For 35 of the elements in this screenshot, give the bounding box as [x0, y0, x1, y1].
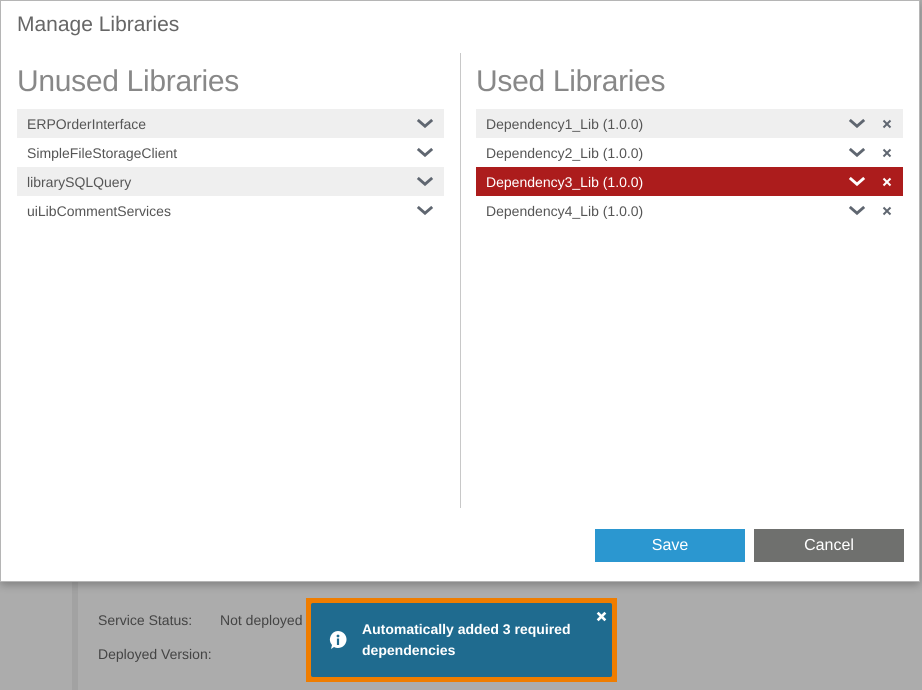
- remove-icon[interactable]: [882, 148, 892, 158]
- list-heading: Used Libraries: [476, 64, 666, 100]
- chevron-down-icon[interactable]: [848, 118, 866, 129]
- library-name: Dependency1_Lib (1.0.0): [486, 116, 644, 132]
- list-heading: Unused Libraries: [17, 64, 240, 100]
- close-icon[interactable]: [596, 611, 607, 622]
- library-name: Dependency3_Lib (1.0.0): [486, 174, 644, 190]
- library-name: Dependency2_Lib (1.0.0): [486, 144, 644, 160]
- chevron-down-icon[interactable]: [848, 147, 866, 158]
- chevron-down-icon[interactable]: [848, 205, 866, 216]
- chevron-down-icon[interactable]: [416, 147, 434, 158]
- field-label: Deployed Version:: [98, 646, 213, 664]
- library-row[interactable]: ERPOrderInterface: [17, 109, 444, 138]
- info-icon: [328, 630, 348, 650]
- library-name: SimpleFileStorageClient: [27, 144, 178, 160]
- library-name: Dependency4_Lib (1.0.0): [486, 202, 644, 218]
- library-name: ERPOrderInterface: [27, 116, 148, 132]
- chevron-down-icon[interactable]: [416, 176, 434, 187]
- chevron-down-icon[interactable]: [416, 205, 434, 216]
- toast-message: Automatically added 3 required dependencies: [362, 620, 572, 660]
- remove-icon[interactable]: [882, 118, 892, 128]
- library-row[interactable]: uiLibCommentServices: [17, 196, 444, 225]
- library-row[interactable]: Dependency1_Lib (1.0.0): [476, 109, 903, 138]
- field-value: Not deployed: [220, 612, 303, 630]
- library-row[interactable]: Dependency4_Lib (1.0.0): [476, 196, 903, 225]
- library-row[interactable]: SimpleFileStorageClient: [17, 138, 444, 167]
- chevron-down-icon[interactable]: [416, 118, 434, 129]
- library-row[interactable]: librarySQLQuery: [17, 167, 444, 196]
- cancel-button[interactable]: Cancel: [754, 529, 904, 562]
- library-row[interactable]: Dependency2_Lib (1.0.0): [476, 138, 903, 167]
- field-label: Service Status:: [98, 612, 194, 630]
- dialog-title: Manage Libraries: [16, 12, 180, 38]
- library-name: librarySQLQuery: [27, 174, 132, 190]
- remove-icon[interactable]: [882, 206, 892, 216]
- library-name: uiLibCommentServices: [27, 202, 172, 218]
